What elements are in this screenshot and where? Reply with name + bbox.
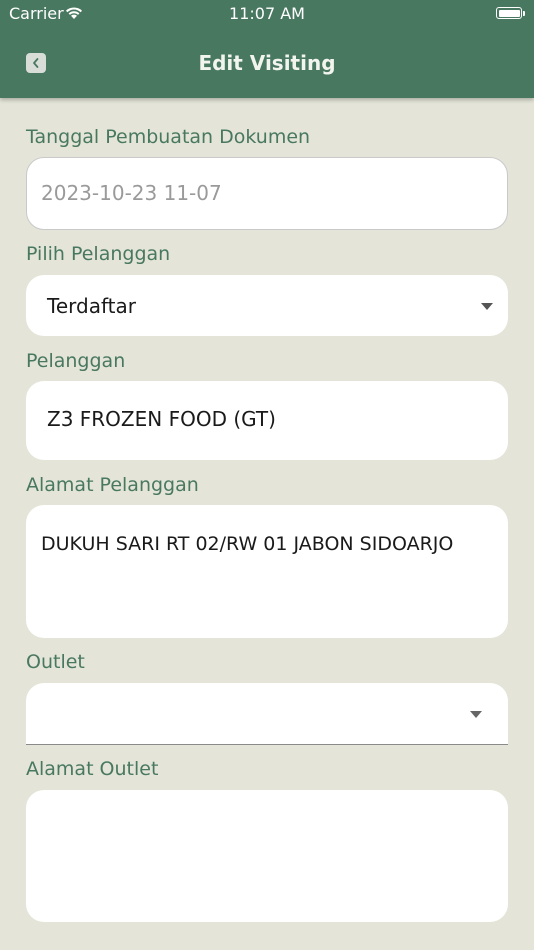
alamat-outlet-label: Alamat Outlet: [26, 758, 159, 780]
tanggal-label: Tanggal Pembuatan Dokumen: [26, 126, 311, 148]
pilih-pelanggan-value: Terdaftar: [47, 294, 136, 318]
alamat-pelanggan-label: Alamat Pelanggan: [26, 474, 199, 496]
pelanggan-label: Pelanggan: [26, 350, 126, 372]
caret-down-icon: [481, 303, 493, 310]
status-bar: Carrier 11:07 AM: [0, 0, 534, 28]
alamat-outlet-field[interactable]: [26, 790, 508, 922]
pilih-pelanggan-label: Pilih Pelanggan: [26, 243, 171, 265]
pelanggan-field[interactable]: Z3 FROZEN FOOD (GT): [26, 381, 508, 460]
pelanggan-value: Z3 FROZEN FOOD (GT): [47, 407, 276, 431]
tanggal-field[interactable]: 2023-10-23 11-07: [26, 157, 508, 230]
alamat-pelanggan-value: DUKUH SARI RT 02/RW 01 JABON SIDOARJO: [41, 533, 454, 555]
pilih-pelanggan-select[interactable]: Terdaftar: [26, 275, 508, 336]
outlet-label: Outlet: [26, 651, 85, 673]
battery-icon: [496, 7, 522, 19]
page-title: Edit Visiting: [198, 51, 336, 75]
outlet-select[interactable]: [26, 683, 508, 745]
app-header: Carrier 11:07 AM Edit Visiting: [0, 0, 534, 98]
status-time: 11:07 AM: [229, 4, 305, 23]
alamat-pelanggan-field[interactable]: DUKUH SARI RT 02/RW 01 JABON SIDOARJO: [26, 505, 508, 638]
battery-tip: [523, 11, 525, 16]
tanggal-value: 2023-10-23 11-07: [41, 181, 222, 205]
caret-down-icon: [470, 711, 482, 718]
